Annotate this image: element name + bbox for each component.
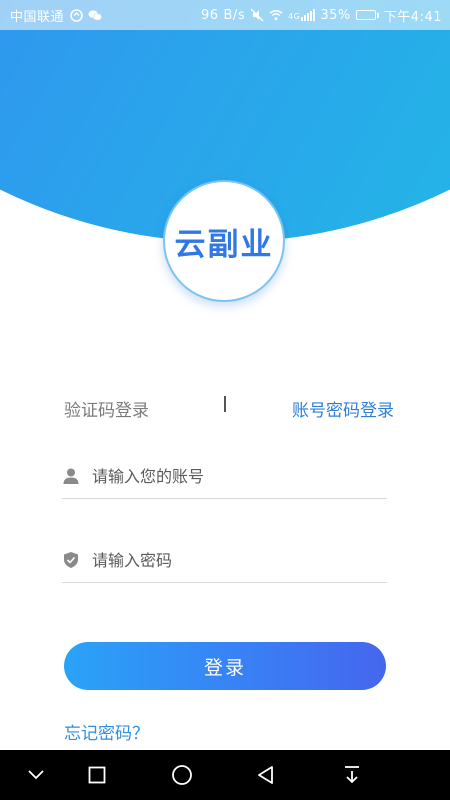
status-right: 96 B/s 4G 35% 下午4:41 <box>201 6 442 25</box>
battery-percent: 35% <box>320 7 351 23</box>
chevron-down-icon[interactable] <box>23 762 49 788</box>
account-field <box>62 454 387 499</box>
forgot-password-link[interactable]: 忘记密码？ <box>64 719 149 744</box>
status-left: 中国联通 <box>10 6 102 25</box>
account-input[interactable] <box>92 466 372 486</box>
sync-icon <box>69 8 83 22</box>
user-icon <box>62 467 80 485</box>
network-speed-unit: B/s <box>223 7 246 23</box>
login-button[interactable]: 登录 <box>64 642 386 690</box>
network-type-label: 4G <box>288 11 301 21</box>
carrier-label: 中国联通 <box>10 9 65 25</box>
circle-home-icon[interactable] <box>169 762 195 788</box>
triangle-back-icon[interactable] <box>253 762 279 788</box>
login-screen: 中国联通 96 B/s 4G 35% 下午4:41 云副业 验证码登录 账号密码… <box>0 0 450 800</box>
signal-icon <box>301 8 316 22</box>
password-input[interactable] <box>92 550 372 570</box>
shield-icon <box>62 551 80 569</box>
mode-divider <box>224 396 226 412</box>
tab-password-login[interactable]: 账号密码登录 <box>292 396 394 421</box>
status-bar: 中国联通 96 B/s 4G 35% 下午4:41 <box>0 0 450 30</box>
battery-icon <box>355 10 379 20</box>
mute-icon <box>250 8 264 22</box>
password-field <box>62 538 387 583</box>
notification-pull-icon[interactable] <box>339 762 365 788</box>
clock: 下午4:41 <box>383 9 442 25</box>
navigation-bar <box>0 750 450 800</box>
network-speed-value: 96 <box>200 7 219 23</box>
tab-sms-login[interactable]: 验证码登录 <box>64 396 149 421</box>
app-logo: 云副业 <box>163 180 285 302</box>
logo-text: 云副业 <box>174 226 274 263</box>
square-icon[interactable] <box>84 762 110 788</box>
wechat-icon <box>88 8 102 22</box>
wifi-icon <box>269 8 283 22</box>
login-mode-switch: 验证码登录 账号密码登录 <box>64 394 394 422</box>
